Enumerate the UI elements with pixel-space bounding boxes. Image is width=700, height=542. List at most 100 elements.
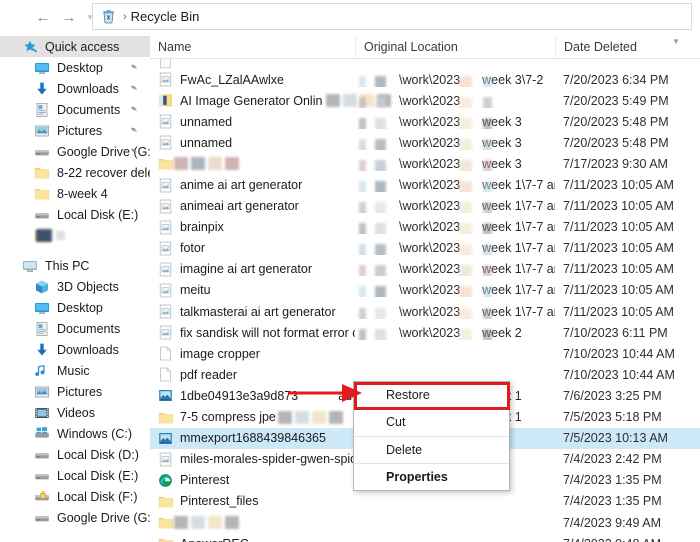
redaction-blur [483,244,492,256]
file-name-label: unnamed [180,135,233,150]
menu-item-delete[interactable]: Delete [354,436,509,463]
table-row[interactable]: ApowerREC 7/4/2023 9:48 AM [150,533,700,542]
sidebar-item-windows-c-[interactable]: Windows (C:) [0,423,150,444]
table-row[interactable]: FwAc_LZalAAwlxe \work\2023 week 3\7-2 7/20/… [150,69,700,90]
sidebar-group-this-pc[interactable]: This PC [0,255,150,276]
column-header-original-location[interactable]: Original Location [355,36,555,58]
cell-original-location: \work\2023 week 2 [355,326,555,340]
sidebar-item-documents[interactable]: Documents ✒ [0,99,150,120]
file-name-label: animeai art generator [180,199,299,214]
table-row[interactable]: unnamed \work\2023 week 3 7/20/2023 5:48 PM [150,111,700,132]
sort-indicator-icon: ▼ [672,37,680,46]
sidebar-item-8-week-4[interactable]: 8-week 4 [0,183,150,204]
sidebar-item-local-disk-f-[interactable]: Local Disk (F:) [0,486,150,507]
column-header-date-deleted[interactable]: Date Deleted ▼ [555,36,700,58]
file-name-label: fix sandisk will not format error cmd [180,325,355,340]
sidebar-item-music[interactable]: Music [0,360,150,381]
table-row[interactable]: anime ai art generator \work\2023 week 1\7… [150,174,700,195]
image-file-icon [158,114,173,129]
sidebar-group-label: Quick access [45,39,120,54]
folder-icon [158,494,174,509]
table-row[interactable]: talkmasterai ai art generator \work\2023 w… [150,301,700,322]
address-bar[interactable]: › Recycle Bin [92,3,692,30]
file-name-label: pdf reader [180,367,237,382]
table-row[interactable]: AI Image Generator Onlin \work\2023 7/20/2… [150,90,700,111]
redaction-blur [311,410,326,424]
blank-doc-icon [158,367,173,382]
drive-locked-icon [34,489,50,505]
sidebar-item-label: Videos [57,405,95,420]
menu-item-restore[interactable]: Restore [354,382,509,409]
table-row[interactable]: meitu \work\2023 week 1\7-7 anim... 7/11/20… [150,280,700,301]
sidebar-item-redacted[interactable] [0,225,150,246]
sidebar-item-videos[interactable]: Videos [0,402,150,423]
sidebar-item-label: Google Drive (G:) [57,510,150,525]
table-row[interactable]: imagine ai art generator \work\2023 week 1… [150,259,700,280]
table-row[interactable]: Pinterest_files 7/4/2023 1:35 PM [150,491,700,512]
redaction-blur [483,75,492,87]
redaction-blur [375,117,386,129]
table-row[interactable]: brainpix \work\2023 week 1\7-7 anim... 7/11… [150,217,700,238]
image-file-icon [158,220,173,235]
sidebar-item-label: 3D Objects [57,279,119,294]
sidebar-item-desktop[interactable]: Desktop ✒ [0,57,150,78]
pin-icon[interactable]: ✒ [128,82,141,95]
cell-original-location: \work\2023 [355,94,555,108]
original-location-label: \work\2023 [399,283,461,298]
file-explorer-window: ← → ▾ ↑ › Recycle Bin Quick access Deskto… [0,0,700,542]
original-location-tail: week 1\7-7 anim... [482,241,555,256]
sidebar-item-google-drive-g-[interactable]: Google Drive (G: ✒ [0,141,150,162]
table-row[interactable]: 7/4/2023 9:49 AM [150,512,700,533]
forward-button[interactable]: → [56,2,82,32]
pin-icon[interactable]: ✒ [128,61,141,74]
sidebar-item-documents[interactable]: Documents [0,318,150,339]
cell-name [150,515,355,530]
table-row[interactable]: fotor \work\2023 week 1\7-7 anim... 7/11/20… [150,238,700,259]
menu-item-cut[interactable]: Cut [354,409,509,436]
original-location-tail: week 1\7-7 anim... [482,262,555,277]
sidebar-item-3d-objects[interactable]: 3D Objects [0,276,150,297]
sidebar-item-pictures[interactable]: Pictures [0,381,150,402]
pin-icon[interactable]: ✒ [128,124,141,137]
original-location-label: \work\2023 [399,135,461,150]
sidebar-item-label: Local Disk (E:) [57,468,139,483]
sidebar-item-label: 8-week 4 [57,186,108,201]
redaction-blur [375,244,386,256]
redaction-blur [459,265,472,277]
pin-icon[interactable]: ✒ [128,103,141,116]
table-row[interactable] [150,59,700,69]
sidebar-item-local-disk-e-[interactable]: Local Disk (E:) [0,204,150,225]
download-arrow-icon [34,81,50,97]
cell-date-deleted: 7/11/2023 10:05 AM [563,241,674,256]
redaction-blur [359,202,366,214]
folder-icon [34,165,50,181]
sidebar-item-8-22-recover-deleted[interactable]: 8-22 recover deleted [0,162,150,183]
windows-drive-icon [34,426,50,442]
table-row[interactable]: unnamed \work\2023 week 3 7/20/2023 5:48 PM [150,132,700,153]
breadcrumb-label[interactable]: Recycle Bin [131,9,200,24]
menu-item-label: Delete [386,443,423,457]
table-row[interactable]: animeai art generator \work\2023 week 1\7-… [150,196,700,217]
cell-original-location: \work\2023 week 3 [355,115,555,129]
sidebar-item-downloads[interactable]: Downloads ✒ [0,78,150,99]
sidebar-item-desktop[interactable]: Desktop [0,297,150,318]
column-header-name[interactable]: Name [150,36,355,58]
table-row[interactable]: \work\2023 week 3 7/17/2023 9:30 AM [150,153,700,174]
sidebar-item-pictures[interactable]: Pictures ✒ [0,120,150,141]
sidebar-group-quick-access[interactable]: Quick access [0,36,150,57]
redaction-blur [36,229,52,242]
table-row[interactable]: fix sandisk will not format error cmd\wo… [150,322,700,343]
cell-original-location: \work\2023 week 1\7-7 anim... [355,262,555,277]
sidebar-item-local-disk-e-[interactable]: Local Disk (E:) [0,465,150,486]
sidebar-item-local-disk-d-[interactable]: Local Disk (D:) [0,444,150,465]
cell-date-deleted: 7/10/2023 10:44 AM [563,346,675,361]
download-arrow-icon [34,342,50,358]
back-button[interactable]: ← [30,2,56,32]
menu-item-properties[interactable]: Properties [354,463,509,490]
desktop-icon [34,60,50,76]
table-row[interactable]: image cropper 7/10/2023 10:44 AM [150,343,700,364]
cell-name: AI Image Generator Onlin [150,93,392,108]
sidebar-item-downloads[interactable]: Downloads [0,339,150,360]
documents-icon [34,321,50,337]
sidebar-item-google-drive-g-[interactable]: Google Drive (G:) [0,507,150,528]
